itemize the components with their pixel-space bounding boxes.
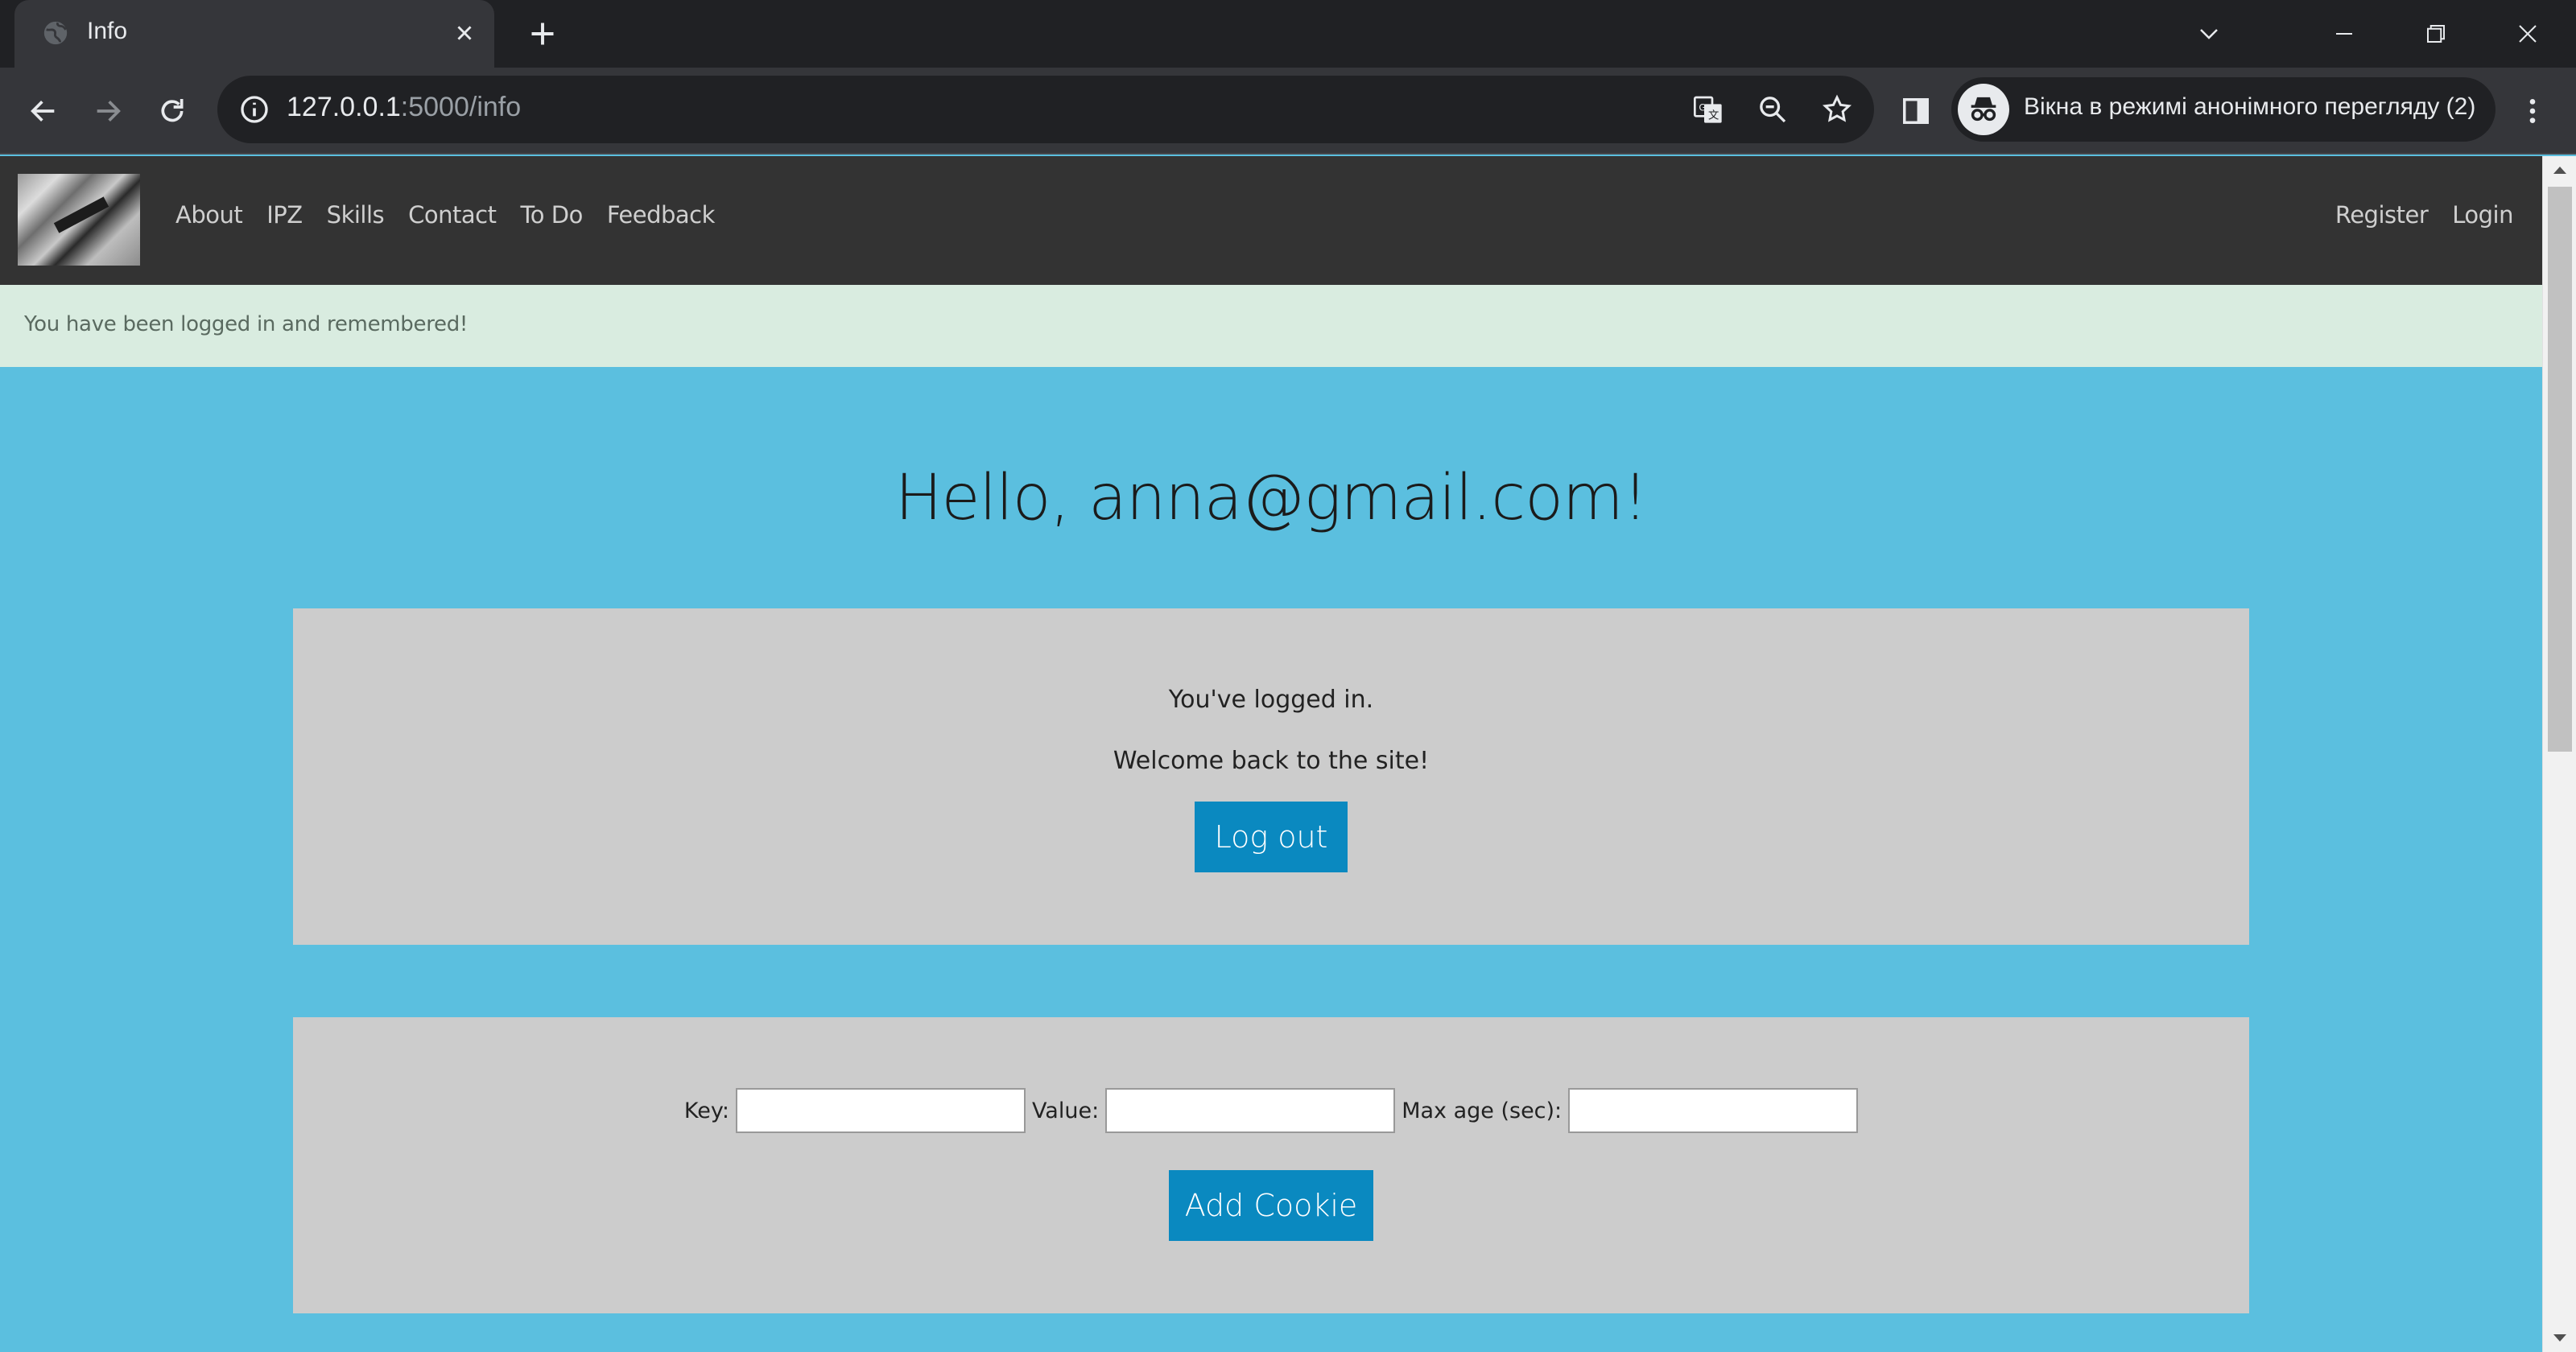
svg-text:G: G [1699,102,1706,113]
login-status-panel: You've logged in. Welcome back to the si… [293,608,2249,945]
logout-button[interactable]: Log out [1195,802,1348,872]
tab-title: Info [87,18,128,44]
nav-link-feedback[interactable]: Feedback [607,201,716,229]
nav-link-register[interactable]: Register [2335,201,2429,229]
nav-link-login[interactable]: Login [2452,201,2513,229]
address-bar[interactable]: 127.0.0.1:5000/info G文 [217,76,1874,143]
add-cookie-button[interactable]: Add Cookie [1169,1170,1373,1241]
browser-tab-bar: Info [0,0,2576,68]
incognito-indicator[interactable]: Вікна в режимі анонімного перегляду (2) [1951,77,2496,142]
more-menu-icon[interactable] [2510,89,2555,134]
site-logo[interactable] [18,174,140,266]
value-input[interactable] [1105,1088,1396,1133]
side-panel-icon[interactable] [1893,89,1938,134]
nav-link-contact[interactable]: Contact [408,201,497,229]
url-text: 127.0.0.1:5000/info [287,92,521,123]
minimize-icon[interactable] [2322,11,2367,56]
flash-message-text: You have been logged in and remembered! [24,312,469,336]
forward-arrow-icon[interactable] [85,89,130,134]
site-navbar: About IPZ Skills Contact To Do Feedback … [0,156,2542,285]
scroll-up-arrow-icon[interactable] [2543,156,2576,183]
page-title: Hello, anna@gmail.com! [894,462,1648,534]
scroll-down-arrow-icon[interactable] [2543,1325,2576,1352]
url-host: 127.0.0.1 [287,92,401,122]
nav-link-ipz[interactable]: IPZ [266,201,303,229]
new-tab-icon[interactable] [525,16,560,52]
globe-icon [43,21,68,45]
nav-link-skills[interactable]: Skills [327,201,385,229]
key-label: Key: [683,1098,729,1123]
cookie-form-panel: Key: Value: Max age (sec): Add Cookie [293,1017,2249,1313]
value-label: Value: [1031,1098,1100,1123]
page-scrollbar[interactable] [2542,156,2576,1352]
zoom-out-icon[interactable] [1755,92,1790,127]
browser-toolbar: 127.0.0.1:5000/info G文 Вікна в режимі ан… [0,68,2576,155]
max-age-label: Max age (sec): [1402,1098,1563,1123]
browser-tab-info[interactable]: Info [14,0,494,68]
bookmark-star-icon[interactable] [1819,92,1855,127]
nav-link-about[interactable]: About [175,201,243,229]
status-line-welcome: Welcome back to the site! [1113,747,1430,775]
close-window-icon[interactable] [2505,11,2550,56]
reload-icon[interactable] [150,89,195,134]
translate-icon[interactable]: G文 [1690,92,1726,127]
incognito-label: Вікна в режимі анонімного перегляду (2) [2024,93,2476,120]
svg-text:文: 文 [1708,109,1719,122]
nav-link-todo[interactable]: To Do [520,201,583,229]
site-info-icon[interactable] [238,93,270,126]
auth-nav: Register Login [2335,201,2514,229]
url-path: :5000/info [400,92,522,122]
flash-message: You have been logged in and remembered! [0,285,2542,367]
max-age-input[interactable] [1568,1088,1859,1133]
key-input[interactable] [735,1088,1026,1133]
close-tab-icon[interactable] [449,18,480,48]
incognito-icon [1958,84,2009,135]
restore-icon[interactable] [2413,11,2458,56]
main-nav: About IPZ Skills Contact To Do Feedback [175,201,715,229]
status-line-logged-in: You've logged in. [1168,686,1374,714]
back-arrow-icon[interactable] [21,89,66,134]
scroll-thumb[interactable] [2548,187,2572,752]
cookie-form-row: Key: Value: Max age (sec): [293,1088,2249,1133]
tab-search-chevron-icon[interactable] [2186,11,2231,56]
